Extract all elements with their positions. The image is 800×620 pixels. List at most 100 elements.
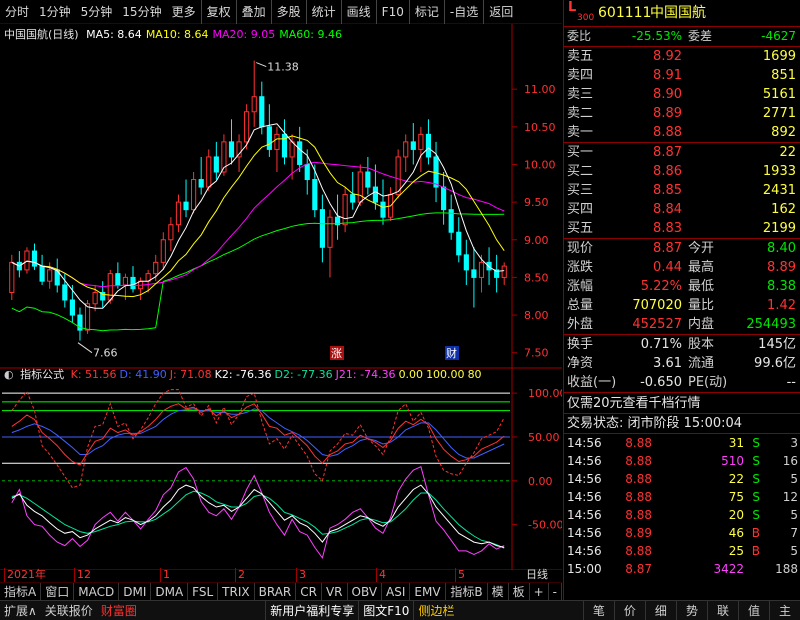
tick-side-1: S: [752, 454, 760, 468]
tick-count-7: 188: [775, 562, 798, 576]
quote-label2-4: 内盘: [688, 317, 715, 332]
toolbar-item-6[interactable]: 叠加: [235, 0, 271, 24]
status-item-0[interactable]: 扩展∧: [0, 601, 41, 620]
panel-tab-1[interactable]: 价: [613, 600, 645, 620]
tick-row-5[interactable]: 14:56 8.89 46 B 7: [564, 524, 800, 542]
stock-name[interactable]: 中国国航: [650, 3, 706, 23]
kdj-j-line: [11, 389, 505, 489]
toolbar-item-8[interactable]: 统计: [305, 0, 341, 24]
main-chart-legend: 中国国航(日线) MA5: 8.64 MA10: 8.64 MA20: 9.05 MA…: [4, 26, 346, 42]
level2-promo[interactable]: 仅需20元查看千档行情: [564, 392, 800, 413]
tick-vol-4: 20: [728, 508, 744, 522]
ind-tick-2: 0.00: [528, 475, 553, 488]
bid-row-0[interactable]: 买一 8.87 22: [564, 143, 800, 162]
tick-row-1[interactable]: 14:56 8.88 510 S 16: [564, 452, 800, 470]
bid-row-2[interactable]: 买三 8.85 2431: [564, 181, 800, 200]
tick-side-0: S: [752, 436, 760, 450]
indicator-tab-16[interactable]: +: [530, 582, 549, 601]
bid-vol-3: 162: [771, 202, 796, 217]
indicator-tab-0[interactable]: 指标A: [0, 582, 42, 601]
indicator-tab-9[interactable]: VR: [322, 582, 348, 601]
toolbar-item-10[interactable]: F10: [375, 0, 409, 24]
panel-tab-2[interactable]: 细: [644, 600, 676, 620]
bid-row-1[interactable]: 买二 8.86 1933: [564, 162, 800, 181]
level2-promo-text[interactable]: 仅需20元查看千档行情: [567, 393, 701, 414]
ma10-line: [11, 135, 505, 298]
panel-tab-0[interactable]: 笔: [582, 600, 614, 620]
indicator-tab-14[interactable]: 模: [488, 582, 509, 601]
tick-row-3[interactable]: 14:56 8.88 75 S 12: [564, 488, 800, 506]
quote-label1-3: 总量: [567, 298, 594, 313]
ask-row-0[interactable]: 卖五 8.92 1699: [564, 47, 800, 66]
toolbar-item-5[interactable]: 复权: [200, 0, 236, 24]
tick-price-2: 8.88: [625, 472, 652, 486]
kline-chart-svg[interactable]: 11.00 10.50 10.00 9.50 9.00 8.50 8.00 7.50 11.38…: [0, 24, 567, 571]
tick-list[interactable]: 14:56 8.88 31 S 3 14:56 8.88 510 S 16 14:56 8.88 22 S…: [564, 433, 800, 578]
indicator-tab-1[interactable]: 窗口: [41, 582, 75, 601]
stats-row-1: 净资 3.61 流通 99.6亿: [564, 354, 800, 373]
candle-body-47: [365, 171, 371, 188]
indicator-title[interactable]: 指标公式: [20, 368, 64, 381]
toolbar-item-7[interactable]: 多股: [270, 0, 306, 24]
ask-vol-3: 2771: [762, 106, 796, 121]
promo-link[interactable]: 新用户福利专享: [265, 600, 358, 620]
indicator-tab-15[interactable]: 板: [509, 582, 530, 601]
panel-tab-4[interactable]: 联: [706, 600, 738, 620]
status-item-1[interactable]: 关联报价: [41, 601, 97, 620]
ma-legend-2: MA20: 9.05: [212, 28, 276, 41]
indicator-tab-7[interactable]: BRAR: [255, 582, 297, 601]
status-item-2[interactable]: 财富圈: [97, 601, 141, 620]
toolbar-item-13[interactable]: 返回: [483, 0, 518, 24]
tick-row-4[interactable]: 14:56 8.88 20 S 5: [564, 506, 800, 524]
indicator-tab-6[interactable]: TRIX: [218, 582, 255, 601]
quote-value2-0: 8.40: [767, 241, 796, 256]
sidebar-toggle[interactable]: 侧边栏: [413, 600, 458, 620]
chart-area[interactable]: 11.00 10.50 10.00 9.50 9.00 8.50 8.00 7.50 11.38…: [0, 24, 567, 571]
dropdown-icon[interactable]: ◐: [4, 368, 14, 381]
candle-body-42: [327, 216, 333, 248]
tick-row-6[interactable]: 14:56 8.88 25 B 5: [564, 542, 800, 560]
toolbar-item-2[interactable]: 5分钟: [76, 0, 118, 24]
indicator-tab-17[interactable]: -: [549, 582, 562, 601]
tick-row-7[interactable]: 15:00 8.87 3422 188: [564, 560, 800, 578]
indicator-tab-8[interactable]: CR: [296, 582, 322, 601]
ask-row-1[interactable]: 卖四 8.91 851: [564, 66, 800, 85]
candle-body-38: [297, 141, 303, 165]
ask-row-3[interactable]: 卖二 8.89 2771: [564, 104, 800, 123]
panel-tab-6[interactable]: 主: [768, 600, 800, 620]
indicator-tab-2[interactable]: MACD: [74, 582, 120, 601]
quote-value1-1: 0.44: [653, 260, 682, 275]
bid-row-4[interactable]: 买五 8.83 2199: [564, 219, 800, 238]
candle-body-16: [130, 276, 136, 290]
tick-row-2[interactable]: 14:56 8.88 22 S 5: [564, 470, 800, 488]
tick-price-1: 8.88: [625, 454, 652, 468]
bid-price-1: 8.86: [653, 164, 682, 179]
ask-row-4[interactable]: 卖一 8.88 892: [564, 123, 800, 142]
indicator-tab-11[interactable]: ASI: [382, 582, 411, 601]
bid-row-3[interactable]: 买四 8.84 162: [564, 200, 800, 219]
indicator-tab-4[interactable]: DMA: [151, 582, 189, 601]
indicator-tab-5[interactable]: FSL: [188, 582, 219, 601]
panel-tab-3[interactable]: 势: [675, 600, 707, 620]
tick-row-0[interactable]: 14:56 8.88 31 S 3: [564, 434, 800, 452]
toolbar-item-4[interactable]: 更多: [167, 0, 201, 24]
indicator-tab-3[interactable]: DMI: [119, 582, 152, 601]
indicator-tab-10[interactable]: OBV: [348, 582, 383, 601]
toolbar-item-1[interactable]: 1分钟: [34, 0, 76, 24]
candle-body-29: [228, 141, 235, 158]
quote-row-1: 涨跌 0.44 最高 8.89: [564, 258, 800, 277]
indicator-tab-13[interactable]: 指标B: [446, 582, 488, 601]
candle-body-65: [501, 265, 507, 278]
toolbar-item-3[interactable]: 15分钟: [117, 0, 166, 24]
ask-row-2[interactable]: 卖三 8.90 5161: [564, 85, 800, 104]
toolbar-item-0[interactable]: 分时: [0, 0, 34, 24]
stock-code[interactable]: 601111: [598, 3, 651, 23]
panel-tab-5[interactable]: 值: [737, 600, 769, 620]
time-axis-period[interactable]: 日线: [526, 568, 548, 582]
indicator-tab-12[interactable]: EMV: [410, 582, 446, 601]
f10-link[interactable]: 图文F10: [358, 600, 413, 620]
toolbar-item-11[interactable]: 标记: [408, 0, 444, 24]
candle-body-44: [342, 194, 348, 226]
toolbar-item-12[interactable]: -自选: [443, 0, 483, 24]
toolbar-item-9[interactable]: 画线: [340, 0, 376, 24]
